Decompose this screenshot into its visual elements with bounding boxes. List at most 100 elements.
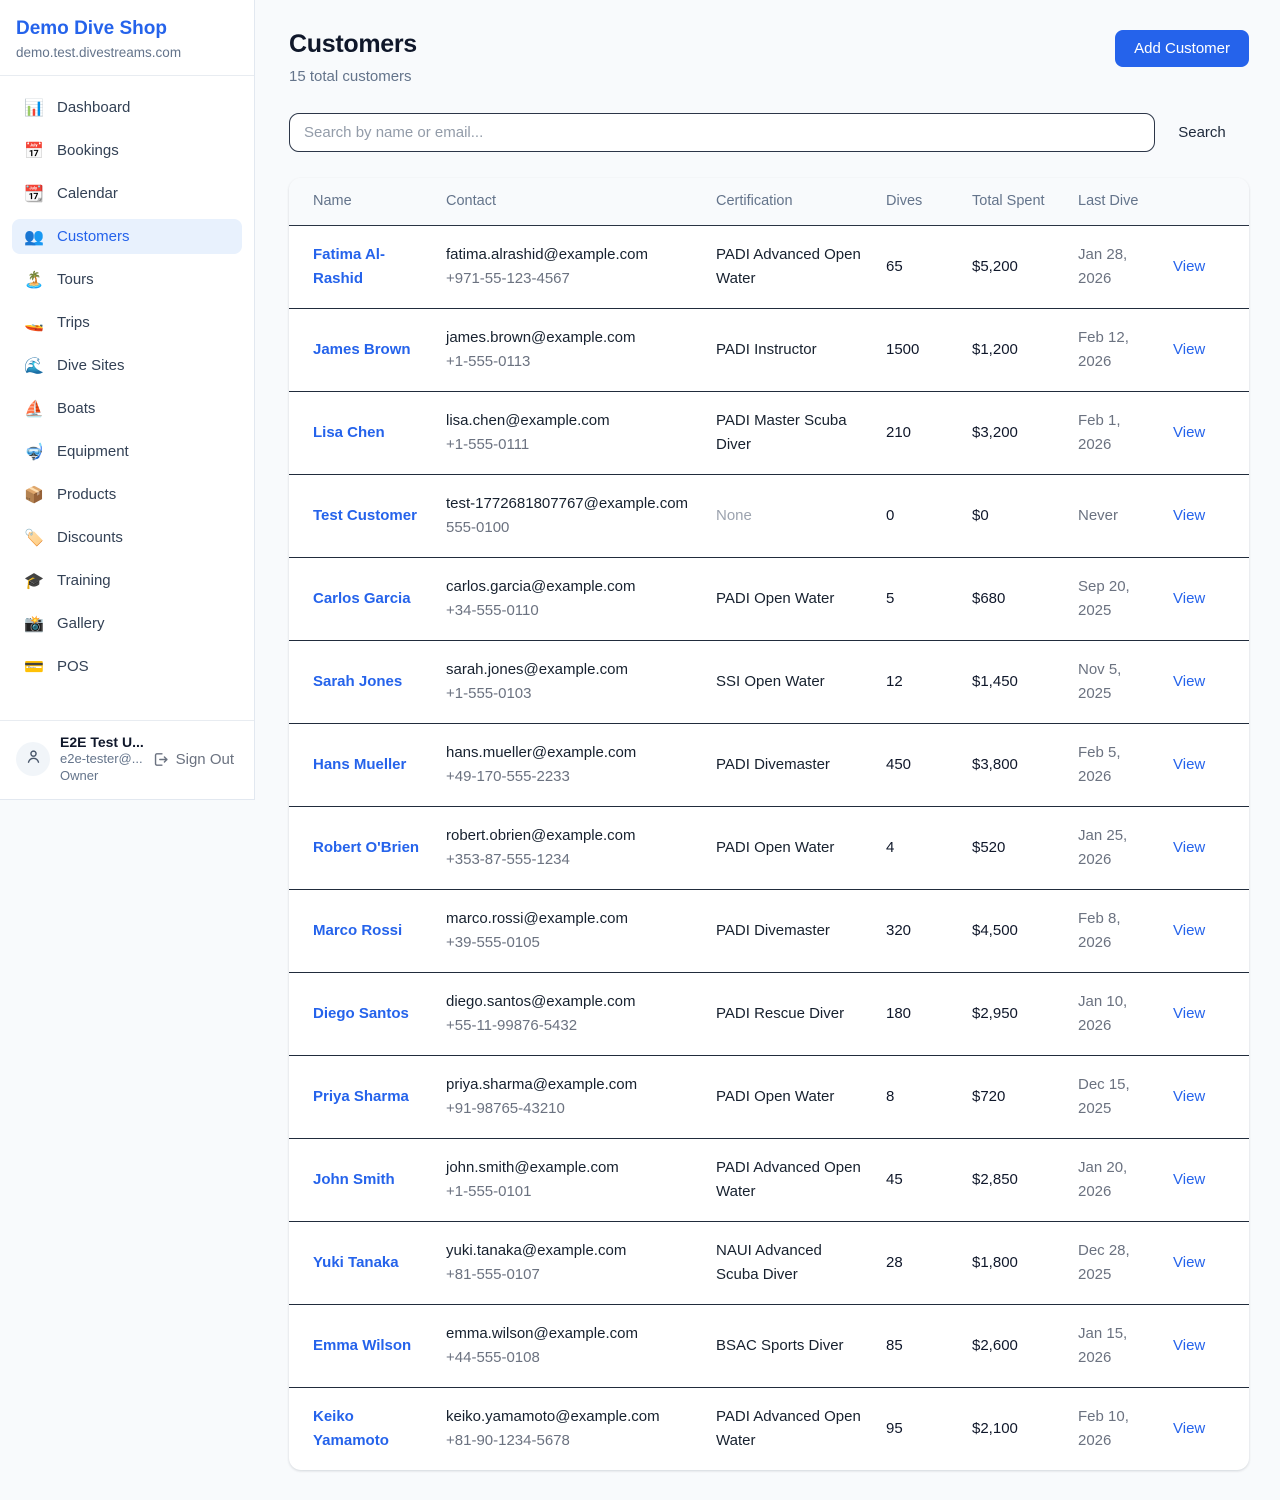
view-customer-link[interactable]: View — [1173, 1171, 1205, 1188]
customer-name-link[interactable]: Test Customer — [313, 507, 417, 524]
customer-total-spent: $3,200 — [972, 424, 1018, 441]
view-customer-link[interactable]: View — [1173, 673, 1205, 690]
customer-dives: 95 — [886, 1420, 903, 1437]
sidebar-item-dive-sites[interactable]: 🌊Dive Sites — [12, 348, 242, 383]
customer-name-link[interactable]: Hans Mueller — [313, 756, 406, 773]
sidebar-item-label: Calendar — [57, 185, 118, 202]
view-customer-link[interactable]: View — [1173, 1420, 1205, 1437]
customer-name-link[interactable]: John Smith — [313, 1171, 395, 1188]
sidebar-item-products[interactable]: 📦Products — [12, 477, 242, 512]
customer-email: keiko.yamamoto@example.com — [446, 1405, 692, 1429]
island-icon: 🏝️ — [24, 270, 44, 289]
sidebar-item-boats[interactable]: ⛵Boats — [12, 391, 242, 426]
customer-certification: PADI Open Water — [716, 836, 862, 860]
customer-phone: +39-555-0105 — [446, 931, 692, 955]
customer-phone: +1-555-0103 — [446, 682, 692, 706]
sidebar-item-label: Customers — [57, 228, 130, 245]
customer-last-dive: Never — [1078, 504, 1149, 528]
customer-dives: 65 — [886, 258, 903, 275]
table-row: Carlos Garciacarlos.garcia@example.com+3… — [289, 557, 1249, 640]
customer-last-dive: Jan 25, 2026 — [1078, 824, 1149, 872]
view-customer-link[interactable]: View — [1173, 1337, 1205, 1354]
customer-last-dive: Feb 8, 2026 — [1078, 907, 1149, 955]
customer-phone: +1-555-0113 — [446, 350, 692, 374]
customer-email: lisa.chen@example.com — [446, 409, 692, 433]
customer-name-link[interactable]: Sarah Jones — [313, 673, 402, 690]
table-row: Diego Santosdiego.santos@example.com+55-… — [289, 972, 1249, 1055]
user-email: e2e-tester@... — [60, 751, 136, 768]
customer-name-link[interactable]: Marco Rossi — [313, 922, 402, 939]
customer-name-link[interactable]: Lisa Chen — [313, 424, 385, 441]
view-customer-link[interactable]: View — [1173, 1005, 1205, 1022]
customer-dives: 12 — [886, 673, 903, 690]
customer-certification: PADI Rescue Diver — [716, 1002, 862, 1026]
view-customer-link[interactable]: View — [1173, 590, 1205, 607]
table-row: Fatima Al-Rashidfatima.alrashid@example.… — [289, 225, 1249, 308]
customer-total-spent: $2,950 — [972, 1005, 1018, 1022]
customer-last-dive: Feb 12, 2026 — [1078, 326, 1149, 374]
sidebar-item-discounts[interactable]: 🏷️Discounts — [12, 520, 242, 555]
customer-name-link[interactable]: Fatima Al-Rashid — [313, 246, 385, 287]
add-customer-button[interactable]: Add Customer — [1115, 30, 1249, 67]
sidebar-item-equipment[interactable]: 🤿Equipment — [12, 434, 242, 469]
person-icon — [25, 748, 42, 770]
view-customer-link[interactable]: View — [1173, 1254, 1205, 1271]
credit-card-icon: 💳 — [24, 657, 44, 676]
customer-name-link[interactable]: Keiko Yamamoto — [313, 1408, 389, 1449]
customer-total-spent: $1,450 — [972, 673, 1018, 690]
sidebar-item-dashboard[interactable]: 📊Dashboard — [12, 90, 242, 125]
sidebar-item-trips[interactable]: 🚤Trips — [12, 305, 242, 340]
sidebar-item-training[interactable]: 🎓Training — [12, 563, 242, 598]
table-row: Priya Sharmapriya.sharma@example.com+91-… — [289, 1055, 1249, 1138]
table-row: Yuki Tanakayuki.tanaka@example.com+81-55… — [289, 1221, 1249, 1304]
user-role: Owner — [60, 768, 136, 785]
table-row: Test Customertest-1772681807767@example.… — [289, 474, 1249, 557]
view-customer-link[interactable]: View — [1173, 258, 1205, 275]
search-button[interactable]: Search — [1155, 123, 1249, 142]
page-title: Customers — [289, 30, 417, 59]
sign-out-button[interactable]: Sign Out — [146, 750, 240, 769]
user-name: E2E Test U... — [60, 733, 136, 751]
sidebar-item-gallery[interactable]: 📸Gallery — [12, 606, 242, 641]
view-customer-link[interactable]: View — [1173, 756, 1205, 773]
customer-certification: PADI Advanced Open Water — [716, 1405, 862, 1453]
view-customer-link[interactable]: View — [1173, 1088, 1205, 1105]
bar-chart-icon: 📊 — [24, 98, 44, 117]
customer-name-link[interactable]: Priya Sharma — [313, 1088, 409, 1105]
customer-last-dive: Feb 1, 2026 — [1078, 409, 1149, 457]
customer-phone: +55-11-99876-5432 — [446, 1014, 692, 1038]
customers-table: NameContactCertificationDivesTotal Spent… — [289, 178, 1249, 1470]
column-header: Dives — [874, 178, 960, 225]
sidebar-item-tours[interactable]: 🏝️Tours — [12, 262, 242, 297]
search-input[interactable] — [289, 113, 1155, 152]
customer-certification: PADI Open Water — [716, 1085, 862, 1109]
column-header — [1161, 178, 1249, 225]
customer-name-link[interactable]: Carlos Garcia — [313, 590, 411, 607]
view-customer-link[interactable]: View — [1173, 839, 1205, 856]
sidebar-item-label: POS — [57, 658, 89, 675]
user-info: E2E Test U... e2e-tester@... Owner — [60, 733, 136, 785]
customer-total-spent: $680 — [972, 590, 1005, 607]
customer-certification: PADI Advanced Open Water — [716, 1156, 862, 1204]
customer-name-link[interactable]: Diego Santos — [313, 1005, 409, 1022]
customer-name-link[interactable]: Robert O'Brien — [313, 839, 419, 856]
customer-name-link[interactable]: Emma Wilson — [313, 1337, 411, 1354]
table-row: Sarah Jonessarah.jones@example.com+1-555… — [289, 640, 1249, 723]
sidebar-item-calendar[interactable]: 📆Calendar — [12, 176, 242, 211]
customer-total-spent: $1,200 — [972, 341, 1018, 358]
customer-phone: +1-555-0111 — [446, 433, 692, 457]
view-customer-link[interactable]: View — [1173, 507, 1205, 524]
sidebar-item-label: Gallery — [57, 615, 105, 632]
sidebar-item-bookings[interactable]: 📅Bookings — [12, 133, 242, 168]
customer-name-link[interactable]: Yuki Tanaka — [313, 1254, 399, 1271]
view-customer-link[interactable]: View — [1173, 922, 1205, 939]
customer-dives: 180 — [886, 1005, 911, 1022]
sidebar-item-pos[interactable]: 💳 POS — [12, 649, 242, 684]
view-customer-link[interactable]: View — [1173, 341, 1205, 358]
sidebar-item-label: Equipment — [57, 443, 129, 460]
wave-icon: 🌊 — [24, 356, 44, 375]
sidebar-item-customers[interactable]: 👥Customers — [12, 219, 242, 254]
customer-dives: 1500 — [886, 341, 919, 358]
customer-name-link[interactable]: James Brown — [313, 341, 411, 358]
view-customer-link[interactable]: View — [1173, 424, 1205, 441]
